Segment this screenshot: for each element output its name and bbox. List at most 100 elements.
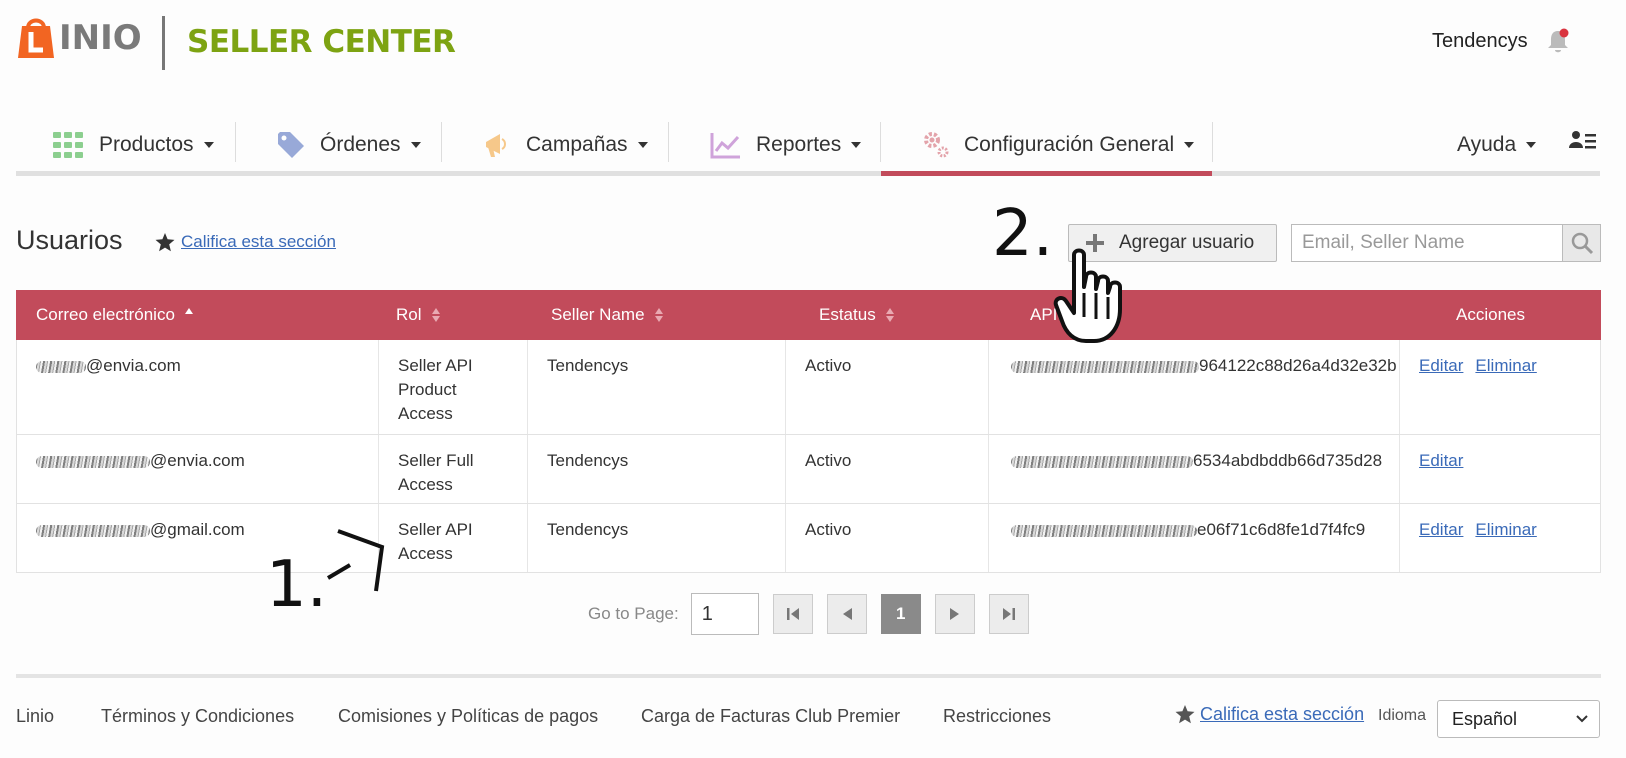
- last-page-button[interactable]: [988, 594, 1029, 634]
- star-icon: [1175, 705, 1195, 724]
- language-value: Español: [1452, 708, 1518, 729]
- chevron-down-icon: [637, 141, 648, 148]
- nav-campanas[interactable]: Campañas: [482, 118, 648, 171]
- previous-page-icon: [842, 608, 852, 620]
- rate-section[interactable]: Califica esta sección: [155, 232, 336, 252]
- cell-role: Seller API Access: [378, 504, 527, 572]
- sort-icon: [654, 308, 663, 322]
- last-page-icon: [1002, 608, 1015, 620]
- add-user-label: Agregar usuario: [1119, 232, 1255, 253]
- column-label: Acciones: [1456, 305, 1525, 324]
- footer-link-comisiones[interactable]: Comisiones y Políticas de pagos: [338, 706, 598, 727]
- megaphone-icon: [486, 133, 506, 157]
- pagination: Go to Page: 1: [588, 593, 1029, 635]
- nav-label: Campañas: [526, 132, 628, 156]
- column-label: Seller Name: [551, 305, 645, 324]
- role-text: Seller API Product Access: [398, 356, 473, 423]
- page-number-input[interactable]: [690, 593, 759, 635]
- annotation-step-1: 1.: [266, 548, 328, 622]
- email-domain: @gmail.com: [150, 520, 245, 539]
- footer-rate-section[interactable]: Califica esta sección: [1175, 704, 1364, 725]
- go-to-page-label: Go to Page:: [588, 604, 679, 623]
- linio-logo[interactable]: INIO: [16, 16, 142, 60]
- language-label: Idioma: [1378, 707, 1427, 724]
- column-header-email[interactable]: Correo electrónico: [36, 290, 193, 340]
- cell-api: 964122c88d26a4d32e32b: [988, 340, 1399, 434]
- role-text: Seller API Access: [398, 520, 473, 563]
- sort-icon: [431, 308, 440, 322]
- user-list-icon[interactable]: [1569, 130, 1597, 152]
- nav-separator: [441, 122, 442, 162]
- footer-link-facturas[interactable]: Carga de Facturas Club Premier: [641, 706, 900, 727]
- column-header-rol[interactable]: Rol: [396, 290, 440, 340]
- table-header: Correo electrónico Rol Seller Name Estat…: [16, 290, 1601, 340]
- language-select[interactable]: Español: [1437, 700, 1600, 738]
- chevron-down-icon: [1526, 141, 1537, 148]
- nav-productos[interactable]: Productos: [53, 118, 214, 171]
- nav-ayuda[interactable]: Ayuda: [1457, 118, 1537, 171]
- search-button[interactable]: [1562, 225, 1600, 261]
- edit-link[interactable]: Editar: [1419, 520, 1463, 539]
- footer-rate-link[interactable]: Califica esta sección: [1200, 704, 1364, 725]
- cell-actions: Editar Eliminar: [1399, 340, 1602, 434]
- delete-link[interactable]: Eliminar: [1475, 356, 1536, 375]
- cell-api: e06f71c6d8fe1d7f4fc9: [988, 504, 1399, 572]
- edit-link[interactable]: Editar: [1419, 451, 1463, 470]
- role-text: Seller Full Access: [398, 451, 474, 494]
- notification-bell-icon[interactable]: [1546, 28, 1570, 54]
- api-key-text: 6534abdbddb66d735d28: [1193, 451, 1383, 470]
- annotation-arrow-icon: [326, 529, 385, 592]
- search-input[interactable]: [1292, 225, 1562, 261]
- grid-icon: [53, 131, 83, 158]
- column-label: Correo electrónico: [36, 305, 175, 324]
- nav-ordenes[interactable]: Órdenes: [276, 118, 421, 171]
- next-page-button[interactable]: [934, 594, 975, 634]
- chevron-down-icon: [851, 141, 862, 148]
- cell-actions: Editar: [1399, 435, 1602, 503]
- logo-divider: [162, 16, 165, 70]
- delete-link[interactable]: Eliminar: [1475, 520, 1536, 539]
- footer-link-linio[interactable]: Linio: [16, 706, 54, 727]
- column-label: Estatus: [819, 305, 876, 324]
- sort-icon: [184, 308, 193, 322]
- logo-wordmark: INIO: [59, 18, 142, 58]
- shopping-bag-logo-icon: [18, 18, 54, 58]
- current-page-button[interactable]: 1: [880, 594, 921, 634]
- nav-label: Ayuda: [1457, 132, 1517, 156]
- nav-label: Órdenes: [320, 132, 401, 156]
- user-name[interactable]: Tendencys: [1432, 30, 1528, 53]
- column-header-acciones: Acciones: [1456, 290, 1525, 340]
- cell-seller-name: Tendencys: [527, 340, 785, 434]
- footer-link-terminos[interactable]: Términos y Condiciones: [101, 706, 294, 727]
- api-key-text: e06f71c6d8fe1d7f4fc9: [1197, 520, 1366, 539]
- footer: Linio Términos y Condiciones Comisiones …: [16, 700, 1601, 740]
- nav-configuracion-general[interactable]: Configuración General: [922, 118, 1195, 171]
- search-box: [1291, 224, 1601, 262]
- main-nav: Productos Órdenes Campañas Reportes Conf…: [16, 118, 1600, 176]
- column-header-estatus[interactable]: Estatus: [819, 290, 894, 340]
- chevron-down-icon: [410, 141, 421, 148]
- annotation-step-2: 2.: [992, 197, 1054, 271]
- column-label: Rol: [396, 305, 422, 324]
- cell-status: Activo: [785, 340, 988, 434]
- previous-page-button[interactable]: [826, 594, 867, 634]
- first-page-button[interactable]: [772, 594, 813, 634]
- email-domain: @envia.com: [150, 451, 245, 470]
- cell-status: Activo: [785, 435, 988, 503]
- footer-link-restricciones[interactable]: Restricciones: [943, 706, 1051, 727]
- nav-reportes[interactable]: Reportes: [710, 118, 862, 171]
- nav-separator: [668, 122, 669, 162]
- column-header-seller-name[interactable]: Seller Name: [551, 290, 663, 340]
- hand-pointer-cursor-icon: [1053, 248, 1122, 343]
- cell-status: Activo: [785, 504, 988, 572]
- redacted-scribble: [36, 360, 86, 373]
- first-page-icon: [786, 608, 799, 620]
- page-title: Usuarios: [16, 225, 123, 255]
- redacted-scribble: [36, 455, 150, 468]
- header: INIO SELLER CENTER Tendencys: [0, 0, 1626, 90]
- chevron-down-icon: [1576, 715, 1588, 723]
- edit-link[interactable]: Editar: [1419, 356, 1463, 375]
- tag-icon: [278, 131, 304, 158]
- rate-section-link[interactable]: Califica esta sección: [181, 232, 336, 252]
- cell-actions: Editar Eliminar: [1399, 504, 1602, 572]
